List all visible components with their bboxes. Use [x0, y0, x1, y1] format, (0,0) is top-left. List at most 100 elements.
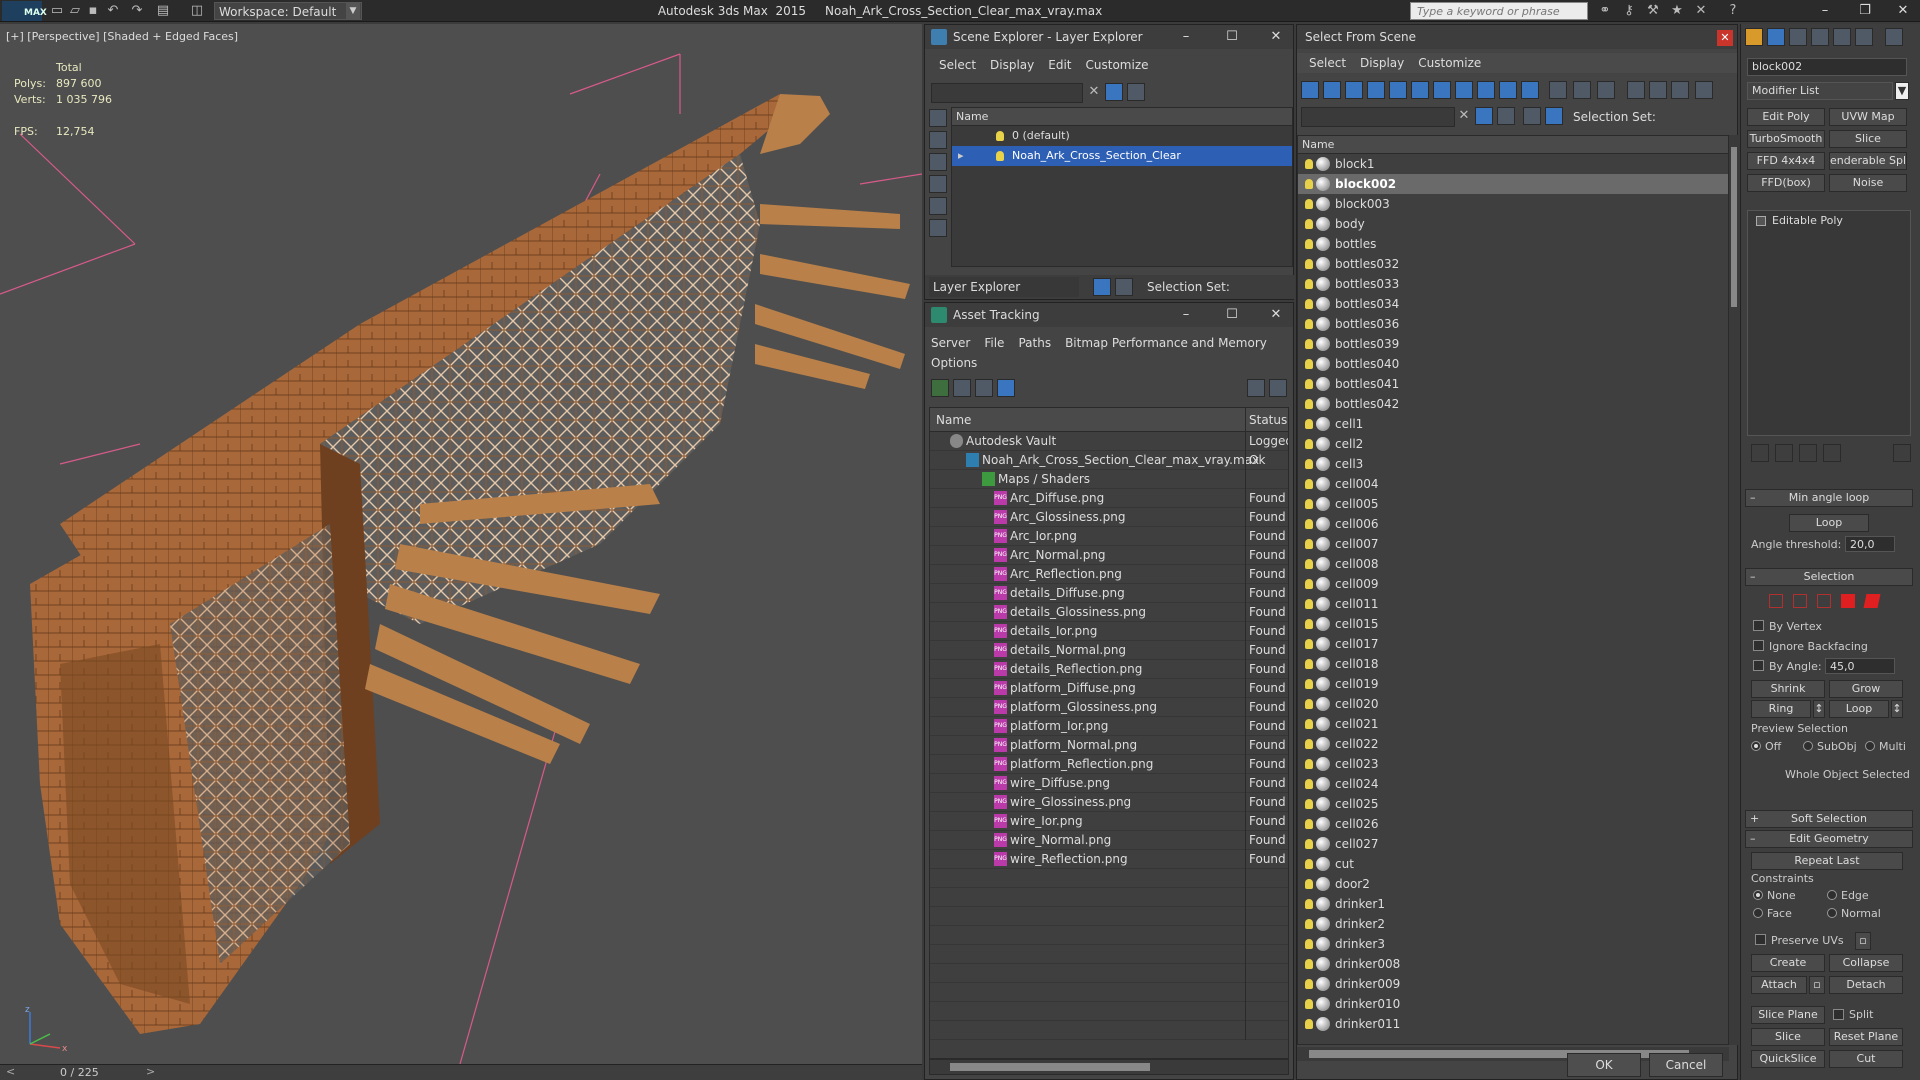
maximize-icon[interactable]: ☐ — [1217, 306, 1247, 324]
menu-bitmap-performance[interactable]: Bitmap Performance and Memory — [1065, 336, 1267, 350]
object-row[interactable]: bottles036 — [1298, 314, 1728, 334]
quickslice-button[interactable]: QuickSlice — [1751, 1050, 1825, 1068]
detach-button[interactable]: Detach — [1829, 976, 1903, 994]
lightbulb-icon[interactable] — [1305, 579, 1313, 589]
object-row[interactable]: cell026 — [1298, 814, 1728, 834]
grow-button[interactable]: Grow — [1829, 680, 1903, 698]
lightbulb-icon[interactable] — [1305, 919, 1313, 929]
lightbulb-icon[interactable] — [1305, 479, 1313, 489]
asset-row[interactable]: PNG wire_Glossiness.png Found — [930, 793, 1288, 812]
display-xrefs-icon[interactable] — [1455, 81, 1473, 99]
polygon-mode-icon[interactable] — [1841, 594, 1855, 608]
display-containers-icon[interactable] — [1499, 81, 1517, 99]
menu-options[interactable]: Options — [931, 356, 977, 370]
lightbulb-icon[interactable] — [1305, 319, 1313, 329]
object-row[interactable]: cell008 — [1298, 554, 1728, 574]
lightbulb-icon[interactable] — [1305, 999, 1313, 1009]
constraint-edge-radio[interactable] — [1827, 890, 1837, 900]
thumbnail-view-icon[interactable] — [975, 379, 993, 397]
cut-button[interactable]: Cut — [1829, 1050, 1903, 1068]
modifier-button[interactable]: FFD(box) — [1747, 174, 1825, 192]
lightbulb-icon[interactable] — [1305, 519, 1313, 529]
menu-customize[interactable]: Customize — [1086, 58, 1149, 72]
help-icon[interactable] — [1247, 379, 1265, 397]
display-helpers-icon[interactable] — [929, 197, 947, 215]
layers-toggle-icon[interactable] — [1497, 107, 1515, 125]
table-view-icon[interactable] — [997, 379, 1015, 397]
close-icon[interactable]: ✕ — [1261, 306, 1291, 324]
lightbulb-icon[interactable] — [1305, 359, 1313, 369]
column-divider[interactable] — [1245, 408, 1246, 432]
chevron-down-icon[interactable]: ▼ — [1895, 82, 1909, 100]
display-hidden-icon[interactable] — [1549, 81, 1567, 99]
create-button[interactable]: Create — [1751, 954, 1825, 972]
repeat-last-button[interactable]: Repeat Last — [1751, 852, 1903, 870]
timeline-prev-icon[interactable]: < — [6, 1065, 15, 1078]
lightbulb-icon[interactable] — [1305, 599, 1313, 609]
object-row[interactable]: bottles033 — [1298, 274, 1728, 294]
minimize-icon[interactable]: – — [1171, 28, 1201, 46]
app-logo[interactable]: MAX — [2, 1, 47, 21]
lightbulb-icon[interactable] — [1305, 719, 1313, 729]
menu-display[interactable]: Display — [1360, 56, 1404, 70]
lightbulb-icon[interactable] — [1305, 899, 1313, 909]
collapse-button[interactable]: Collapse — [1829, 954, 1903, 972]
maximize-icon[interactable]: ❐ — [1850, 2, 1880, 20]
display-all-icon[interactable] — [1573, 81, 1591, 99]
lightbulb-icon[interactable] — [1305, 659, 1313, 669]
settings-icon[interactable] — [1269, 379, 1287, 397]
lightbulb-icon[interactable] — [1305, 259, 1313, 269]
object-row[interactable]: cell018 — [1298, 654, 1728, 674]
undo-icon[interactable]: ↶ — [104, 2, 122, 20]
object-row[interactable]: drinker009 — [1298, 974, 1728, 994]
display-invert-icon[interactable] — [1627, 81, 1645, 99]
help-icon[interactable]: ? — [1724, 2, 1742, 20]
object-row[interactable]: cell020 — [1298, 694, 1728, 714]
close-icon[interactable]: ✕ — [1261, 28, 1291, 46]
edge-mode-icon[interactable] — [1793, 594, 1807, 608]
object-name-input[interactable]: block002 — [1747, 58, 1907, 76]
lightbulb-icon[interactable] — [1305, 879, 1313, 889]
hierarchy-tab-icon[interactable] — [1789, 28, 1807, 46]
modifier-list-dropdown[interactable]: Modifier List — [1747, 82, 1893, 100]
perspective-viewport[interactable]: [+] [Perspective] [Shaded + Edged Faces]… — [0, 24, 922, 1064]
object-row[interactable]: cell021 — [1298, 714, 1728, 734]
display-frozen-icon[interactable] — [1521, 81, 1539, 99]
status-column-header[interactable]: Status — [1249, 413, 1287, 427]
object-row[interactable]: cell1 — [1298, 414, 1728, 434]
ring-button[interactable]: Ring — [1751, 700, 1811, 718]
tools-icon[interactable]: ⚒ — [1644, 2, 1662, 20]
preview-multi-radio[interactable] — [1865, 741, 1875, 751]
vertical-scrollbar[interactable] — [1729, 135, 1739, 1045]
object-row[interactable]: bottles042 — [1298, 394, 1728, 414]
angle-threshold-spinner[interactable]: 20,0 — [1845, 536, 1895, 552]
lightbulb-icon[interactable] — [1305, 499, 1313, 509]
lightbulb-icon[interactable] — [1305, 199, 1313, 209]
workspace-dropdown[interactable]: Workspace: Default — [214, 2, 362, 20]
asset-row[interactable]: PNG details_Glossiness.png Found — [930, 603, 1288, 622]
layers-toggle-icon[interactable] — [1127, 83, 1145, 101]
modifier-button[interactable]: FFD 4x4x4 — [1747, 152, 1825, 170]
slice-plane-button[interactable]: Slice Plane — [1751, 1006, 1825, 1024]
asset-row[interactable]: PNG Arc_Glossiness.png Found — [930, 508, 1288, 527]
asset-row[interactable]: PNG details_Reflection.png Found — [930, 660, 1288, 679]
minimize-icon[interactable]: – — [1810, 2, 1840, 20]
viewport-label[interactable]: [+] [Perspective] [Shaded + Edged Faces] — [6, 30, 238, 43]
constraint-none-radio[interactable] — [1753, 890, 1763, 900]
create-tab-icon[interactable] — [1745, 28, 1763, 46]
reset-plane-button[interactable]: Reset Plane — [1829, 1028, 1903, 1046]
lightbulb-icon[interactable] — [1305, 179, 1313, 189]
explorer-type-dropdown[interactable]: Layer Explorer — [929, 277, 1079, 297]
lightbulb-icon[interactable] — [1305, 799, 1313, 809]
attach-button[interactable]: Attach — [1751, 976, 1807, 994]
lightbulb-icon[interactable] — [1305, 679, 1313, 689]
scene-filter-input[interactable] — [931, 83, 1083, 103]
preserve-uvs-checkbox[interactable] — [1755, 934, 1766, 945]
object-row[interactable]: cell3 — [1298, 454, 1728, 474]
hierarchy-collapse-icon[interactable] — [1695, 81, 1713, 99]
name-column-header[interactable]: Name — [1298, 136, 1728, 154]
ok-button[interactable]: OK — [1567, 1053, 1641, 1077]
object-row[interactable]: drinker3 — [1298, 934, 1728, 954]
object-row[interactable]: cell027 — [1298, 834, 1728, 854]
object-row[interactable]: cell025 — [1298, 794, 1728, 814]
